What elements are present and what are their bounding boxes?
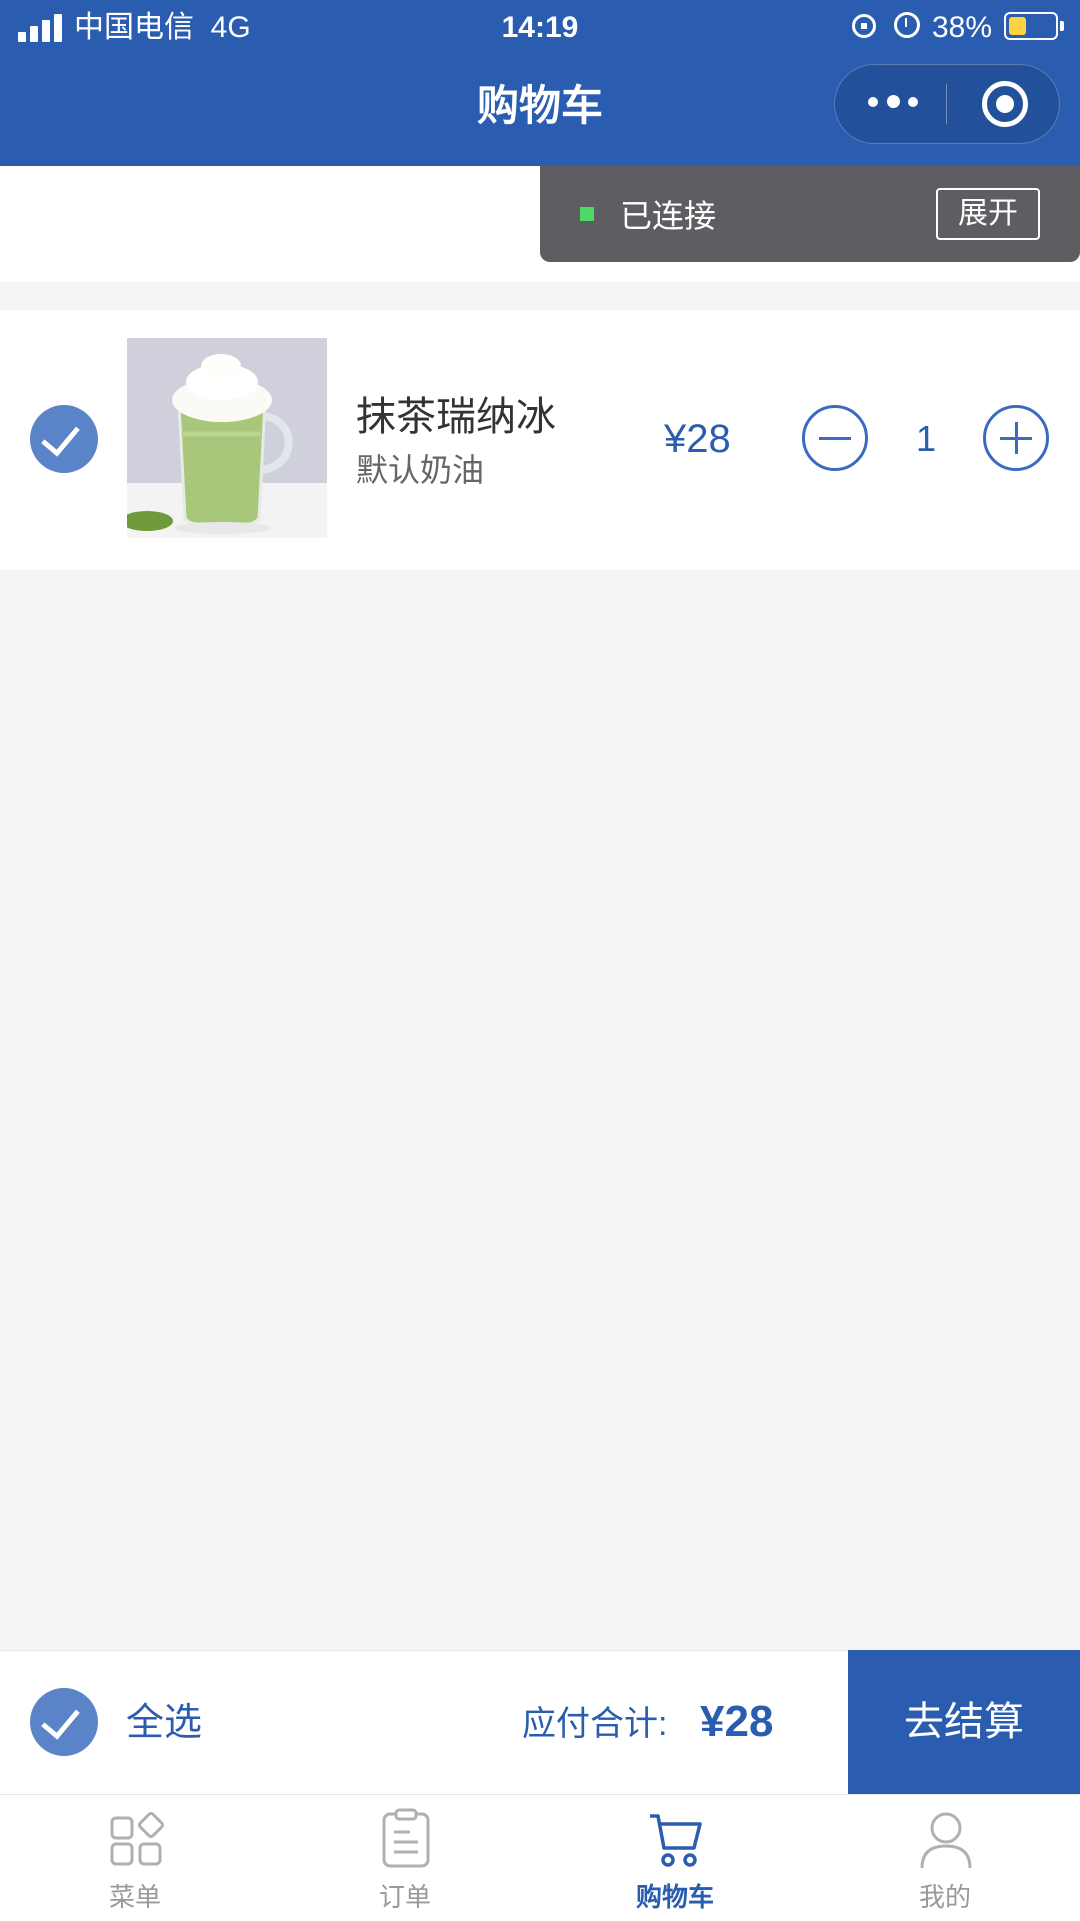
battery-icon	[1004, 12, 1058, 40]
tab-label: 购物车	[635, 1882, 714, 1912]
tab-label: 菜单	[108, 1882, 161, 1912]
battery-percent: 38%	[932, 11, 993, 44]
battery-cap	[1060, 21, 1064, 31]
rotation-lock-icon	[852, 14, 876, 38]
user-icon	[920, 1812, 972, 1869]
checkout-button[interactable]: 去结算	[848, 1650, 1080, 1794]
expand-button[interactable]: 展开	[936, 188, 1040, 240]
total-amount: ¥28	[700, 1697, 774, 1746]
connection-status: 已连接	[620, 198, 717, 234]
cart-icon	[650, 1814, 702, 1867]
tab-orders[interactable]: 订单	[270, 1800, 540, 1920]
product-image	[127, 338, 327, 538]
item-checkbox[interactable]	[30, 405, 98, 473]
alarm-icon	[894, 12, 920, 38]
item-spec: 默认奶油	[356, 452, 485, 488]
more-dots-icon[interactable]	[868, 95, 920, 109]
tab-label: 订单	[378, 1882, 431, 1912]
connected-status-dot	[580, 207, 594, 221]
decrease-quantity-button[interactable]	[802, 405, 868, 471]
tab-cart[interactable]: 购物车	[540, 1800, 810, 1920]
item-price: ¥28	[664, 417, 731, 461]
grid-menu-icon	[110, 1812, 164, 1866]
quantity-value: 1	[915, 418, 937, 459]
tab-label: 我的	[918, 1882, 971, 1912]
tab-profile[interactable]: 我的	[810, 1800, 1080, 1920]
increase-quantity-button[interactable]	[983, 405, 1049, 471]
item-name: 抹茶瑞纳冰	[356, 395, 556, 439]
select-all-checkbox[interactable]	[30, 1688, 98, 1756]
total-label: 应付合计:	[522, 1705, 668, 1743]
tab-menu[interactable]: 菜单	[0, 1800, 270, 1920]
capsule-divider	[946, 84, 947, 124]
clipboard-icon	[382, 1808, 430, 1868]
select-all-label[interactable]: 全选	[126, 1698, 202, 1748]
target-icon[interactable]	[982, 81, 1028, 127]
